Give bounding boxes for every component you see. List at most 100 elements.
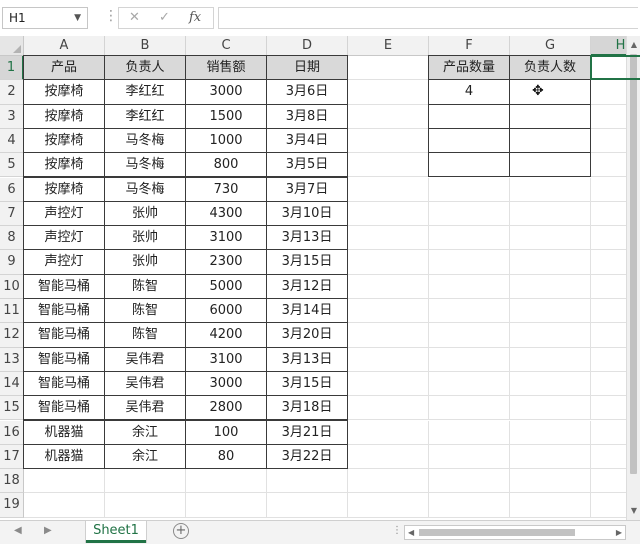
scroll-up-icon[interactable]: ▲ xyxy=(628,38,640,52)
table-header-cell[interactable]: 产品 xyxy=(23,55,105,81)
table-cell[interactable]: 李红红 xyxy=(104,103,186,129)
table-cell[interactable]: 3月8日 xyxy=(266,103,348,129)
table-cell[interactable]: 声控灯 xyxy=(23,249,105,275)
cell[interactable] xyxy=(429,371,510,397)
table-cell[interactable]: 陈智 xyxy=(104,322,186,348)
cell[interactable] xyxy=(510,226,591,251)
summary-header-cell[interactable]: 产品数量 xyxy=(428,55,510,81)
row-header-17[interactable]: 17 xyxy=(0,444,24,470)
cell[interactable] xyxy=(348,201,429,227)
sheet-tab-sheet1[interactable]: Sheet1 xyxy=(86,521,146,543)
function-icon[interactable]: fx xyxy=(189,10,201,25)
cell[interactable] xyxy=(429,226,510,251)
table-cell[interactable]: 3月4日 xyxy=(266,127,348,154)
tab-split-handle-icon[interactable]: ⋮ xyxy=(392,525,402,536)
table-cell[interactable]: 马冬梅 xyxy=(104,152,186,178)
column-header-a[interactable]: A xyxy=(24,36,105,56)
cell[interactable] xyxy=(429,396,510,421)
cell[interactable] xyxy=(348,396,429,421)
table-cell[interactable]: 陈智 xyxy=(104,273,186,299)
table-cell[interactable]: 智能马桶 xyxy=(23,395,105,421)
table-cell[interactable]: 80 xyxy=(185,443,267,470)
cell[interactable] xyxy=(348,226,429,251)
cell[interactable] xyxy=(348,371,429,397)
cell[interactable] xyxy=(429,250,510,275)
table-cell[interactable]: 3月5日 xyxy=(266,152,348,178)
cell[interactable] xyxy=(510,347,591,372)
table-cell[interactable]: 2300 xyxy=(185,249,267,275)
cell[interactable] xyxy=(429,347,510,372)
table-cell[interactable]: 4300 xyxy=(185,200,267,227)
cell[interactable] xyxy=(510,444,591,470)
cell[interactable] xyxy=(348,177,429,202)
summary-cell[interactable]: 4 xyxy=(428,79,510,105)
row-header-8[interactable]: 8 xyxy=(0,226,24,251)
cell[interactable] xyxy=(348,444,429,470)
cell[interactable] xyxy=(510,201,591,227)
row-header-19[interactable]: 19 xyxy=(0,493,24,518)
summary-cell[interactable] xyxy=(509,79,591,105)
summary-cell[interactable] xyxy=(428,127,510,154)
cell[interactable] xyxy=(348,347,429,372)
table-cell[interactable]: 1500 xyxy=(185,103,267,129)
formula-input[interactable] xyxy=(218,7,638,29)
row-header-1[interactable]: 1 xyxy=(0,56,24,81)
row-header-6[interactable]: 6 xyxy=(0,177,24,202)
table-cell[interactable]: 3月20日 xyxy=(266,322,348,348)
cell[interactable] xyxy=(429,274,510,299)
table-cell[interactable]: 3月6日 xyxy=(266,79,348,105)
scroll-left-icon[interactable]: ◀ xyxy=(408,526,414,539)
table-cell[interactable]: 智能马桶 xyxy=(23,346,105,372)
table-cell[interactable]: 机器猫 xyxy=(23,419,105,445)
column-header-b[interactable]: B xyxy=(105,36,186,56)
table-cell[interactable]: 3100 xyxy=(185,346,267,372)
next-sheet-icon[interactable]: ▶ xyxy=(44,525,52,536)
table-cell[interactable]: 6000 xyxy=(185,298,267,324)
cell[interactable] xyxy=(429,201,510,227)
cell[interactable] xyxy=(267,493,348,518)
table-cell[interactable]: 3月18日 xyxy=(266,395,348,421)
table-cell[interactable]: 3月15日 xyxy=(266,370,348,397)
summary-cell[interactable] xyxy=(428,103,510,129)
table-cell[interactable]: 3月10日 xyxy=(266,200,348,227)
row-header-10[interactable]: 10 xyxy=(0,274,24,299)
cell[interactable] xyxy=(348,104,429,129)
row-header-4[interactable]: 4 xyxy=(0,128,24,154)
table-cell[interactable]: 张帅 xyxy=(104,200,186,227)
table-cell[interactable]: 声控灯 xyxy=(23,225,105,251)
table-cell[interactable]: 1000 xyxy=(185,127,267,154)
active-cell-outline[interactable] xyxy=(590,55,640,81)
table-cell[interactable]: 3000 xyxy=(185,79,267,105)
cell[interactable] xyxy=(348,56,429,81)
table-cell[interactable]: 张帅 xyxy=(104,249,186,275)
table-cell[interactable]: 3月7日 xyxy=(266,176,348,202)
row-header-5[interactable]: 5 xyxy=(0,153,24,178)
cell[interactable] xyxy=(348,128,429,154)
table-cell[interactable]: 吴伟君 xyxy=(104,370,186,397)
row-header-7[interactable]: 7 xyxy=(0,201,24,227)
cell[interactable] xyxy=(510,469,591,494)
cell[interactable] xyxy=(510,274,591,299)
row-header-3[interactable]: 3 xyxy=(0,104,24,129)
table-header-cell[interactable]: 销售额 xyxy=(185,55,267,81)
cell[interactable] xyxy=(105,493,186,518)
cell[interactable] xyxy=(429,420,510,445)
cell[interactable] xyxy=(348,323,429,348)
table-cell[interactable]: 3月21日 xyxy=(266,419,348,445)
table-cell[interactable]: 机器猫 xyxy=(23,443,105,470)
cell[interactable] xyxy=(429,469,510,494)
cell[interactable] xyxy=(24,469,105,494)
vertical-scroll-thumb[interactable] xyxy=(630,54,637,474)
scroll-down-icon[interactable]: ▼ xyxy=(628,504,640,518)
table-cell[interactable]: 按摩椅 xyxy=(23,127,105,154)
cell[interactable] xyxy=(105,469,186,494)
table-cell[interactable]: 吴伟君 xyxy=(104,346,186,372)
cell[interactable] xyxy=(510,250,591,275)
table-cell[interactable]: 3100 xyxy=(185,225,267,251)
table-cell[interactable]: 3月14日 xyxy=(266,298,348,324)
horizontal-scroll-thumb[interactable] xyxy=(419,529,575,536)
cell[interactable] xyxy=(510,177,591,202)
table-cell[interactable]: 按摩椅 xyxy=(23,103,105,129)
row-header-12[interactable]: 12 xyxy=(0,323,24,348)
cell[interactable] xyxy=(186,469,267,494)
